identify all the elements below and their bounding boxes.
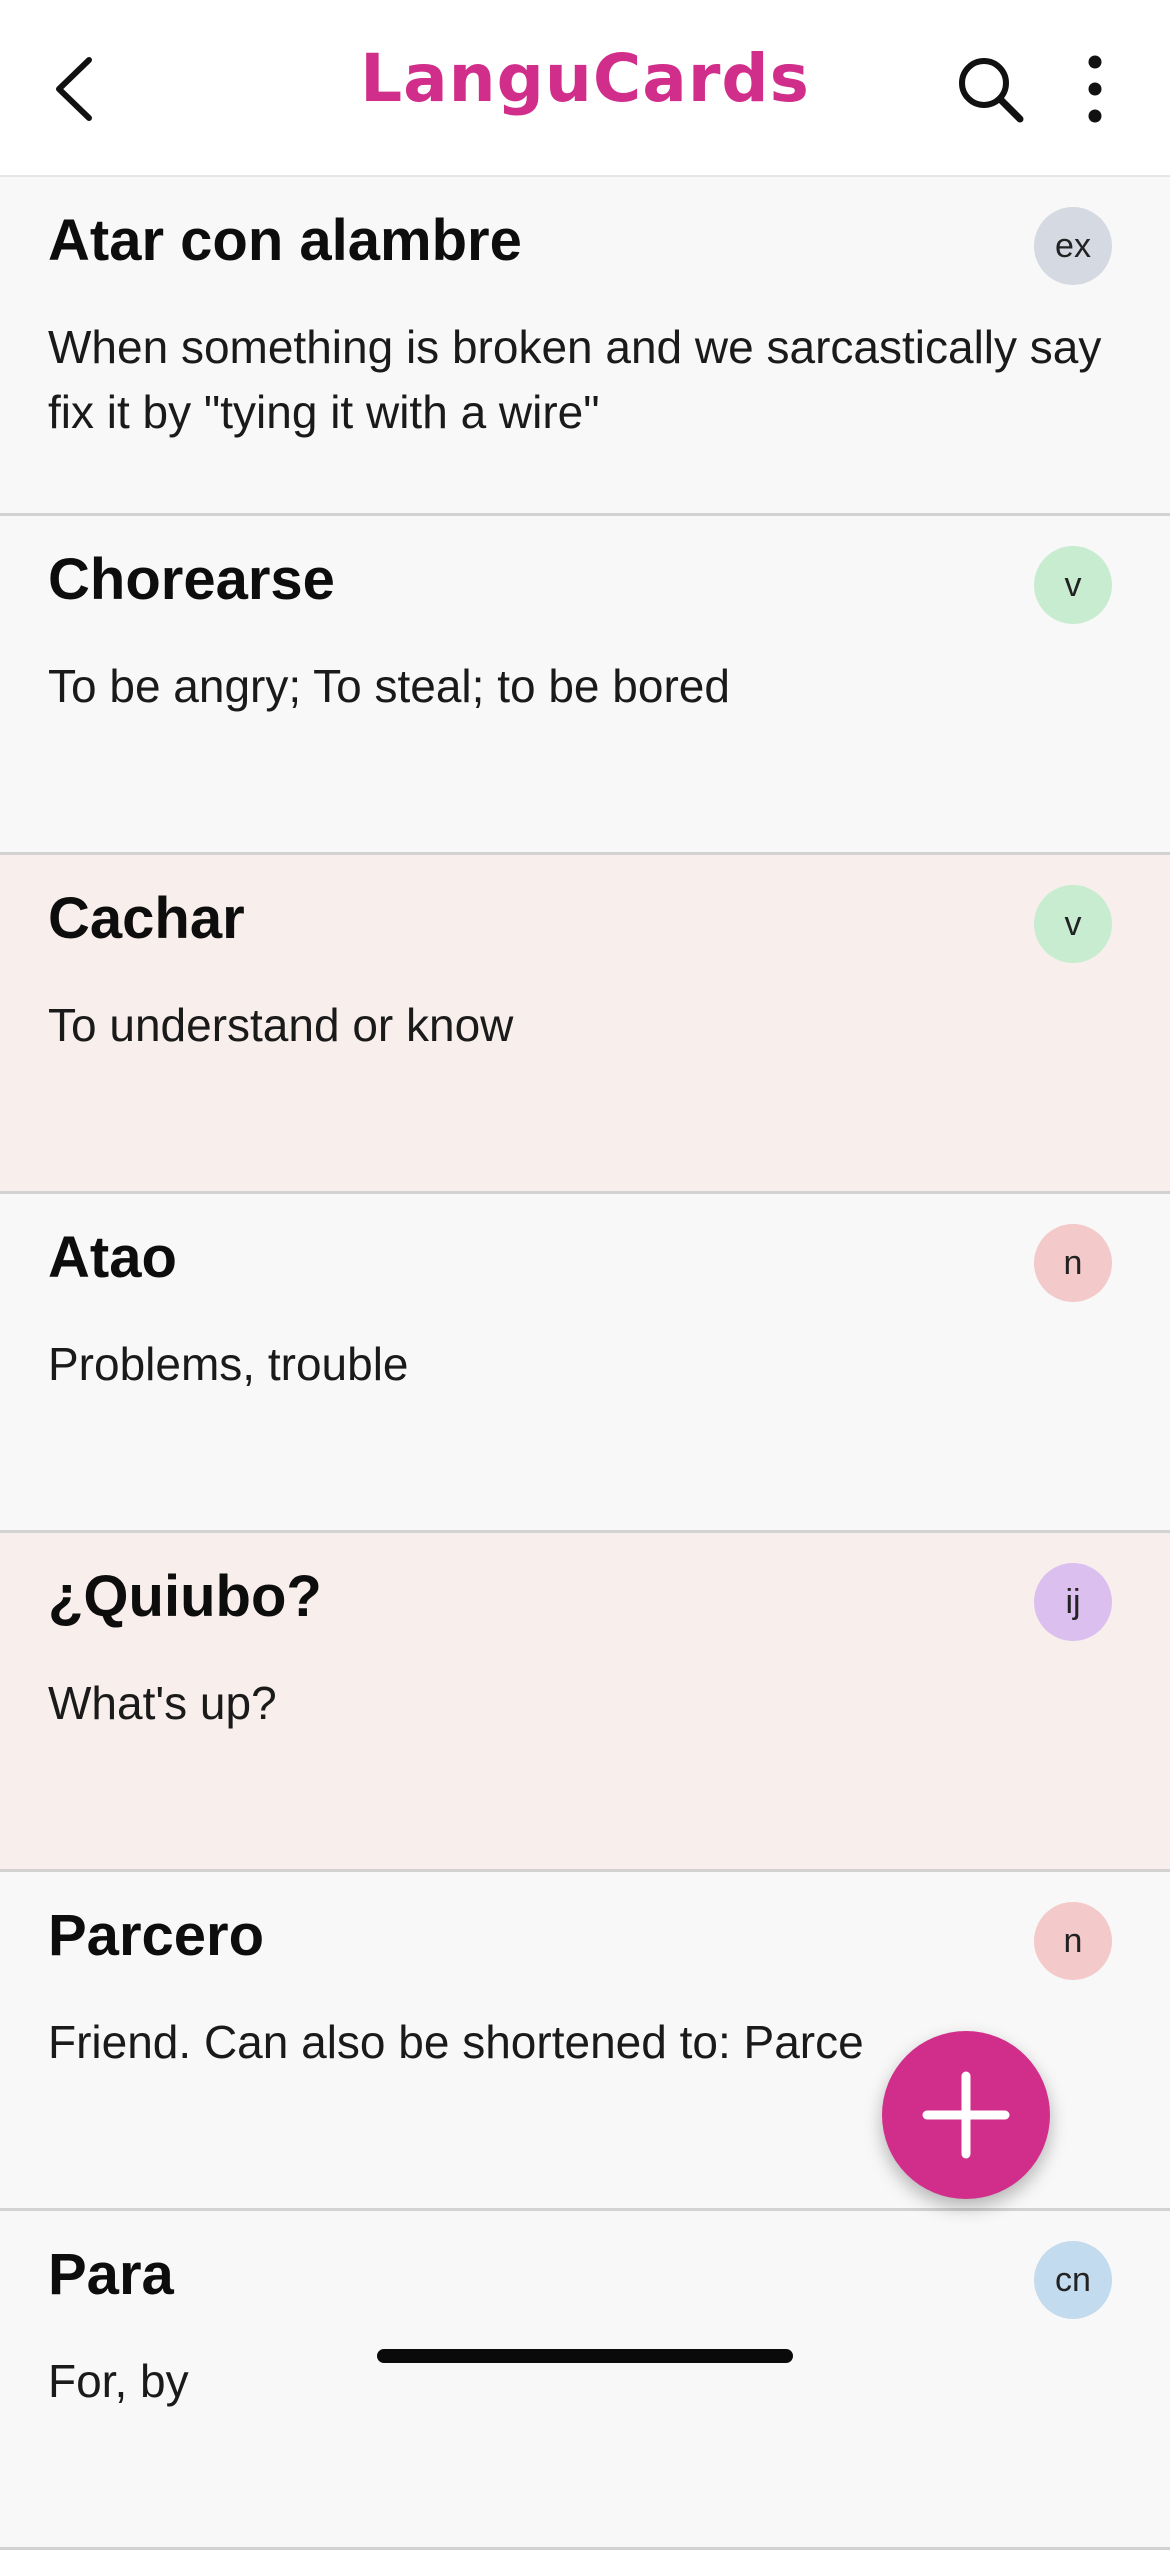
search-icon: [959, 58, 1024, 123]
card-row[interactable]: Cachar v To understand or know: [0, 855, 1170, 1194]
card-term: Atar con alambre: [48, 208, 522, 273]
search-button[interactable]: [945, 44, 1035, 134]
card-row[interactable]: Chorearse v To be angry; To steal; to be…: [0, 516, 1170, 855]
word-type-badge: ex: [1034, 207, 1112, 285]
card-definition: To be angry; To steal; to be bored: [48, 660, 730, 712]
word-type-badge: v: [1034, 885, 1112, 963]
card-definition: When something is broken and we sarcasti…: [48, 321, 1102, 438]
chevron-left-icon: [56, 57, 92, 121]
card-term: ¿Quiubo?: [48, 1564, 322, 1629]
more-vertical-icon: [1088, 55, 1102, 123]
add-card-button[interactable]: [882, 2031, 1050, 2199]
more-options-button[interactable]: [1060, 44, 1130, 134]
word-type-badge: v: [1034, 546, 1112, 624]
card-row[interactable]: Atao n Problems, trouble: [0, 1194, 1170, 1533]
word-type-badge: ij: [1034, 1563, 1112, 1641]
app-header: LanguCards: [0, 0, 1170, 177]
word-type-badge: n: [1034, 1902, 1112, 1980]
card-term: Cachar: [48, 886, 245, 951]
card-definition: Problems, trouble: [48, 1338, 409, 1390]
back-button[interactable]: [38, 44, 108, 134]
card-row[interactable]: ¿Quiubo? ij What's up?: [0, 1533, 1170, 1872]
card-term: Parcero: [48, 1903, 265, 1968]
card-term: Para: [48, 2242, 174, 2307]
word-type-badge: cn: [1034, 2241, 1112, 2319]
card-definition: What's up?: [48, 1677, 277, 1729]
plus-icon: [922, 2071, 1010, 2159]
card-definition: To understand or know: [48, 999, 514, 1051]
home-indicator: [377, 2349, 793, 2363]
card-term: Chorearse: [48, 547, 335, 612]
card-row[interactable]: Para cn For, by: [0, 2211, 1170, 2550]
card-row[interactable]: Atar con alambre ex When something is br…: [0, 177, 1170, 516]
card-list: Atar con alambre ex When something is br…: [0, 177, 1170, 2550]
word-type-badge: n: [1034, 1224, 1112, 1302]
card-term: Atao: [48, 1225, 177, 1290]
